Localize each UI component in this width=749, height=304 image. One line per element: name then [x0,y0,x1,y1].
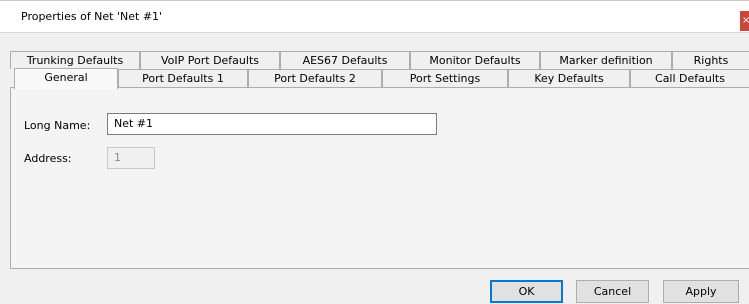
tab-port-defaults-2[interactable]: Port Defaults 2 [248,69,382,87]
tab-trunking-defaults[interactable]: Trunking Defaults [10,51,140,69]
tab-call-defaults[interactable]: Call Defaults [630,69,749,87]
tab-general[interactable]: General [14,68,118,89]
tab-port-defaults-1[interactable]: Port Defaults 1 [118,69,248,87]
tab-panel-general: Long Name: Net #1 Address: 1 [10,87,749,269]
ok-button[interactable]: OK [490,280,563,303]
close-icon: × [742,15,749,26]
tab-key-defaults[interactable]: Key Defaults [508,69,630,87]
tab-label: Rights [693,54,729,67]
cancel-button[interactable]: Cancel [576,280,649,303]
address-label: Address: [24,152,72,165]
tab-label: Port Defaults 2 [274,72,356,85]
tab-label: Marker definition [559,54,653,67]
title-bar: Properties of Net 'Net #1' × [0,1,749,33]
long-name-label: Long Name: [24,119,91,132]
tab-port-settings[interactable]: Port Settings [382,69,508,87]
apply-label: Apply [685,285,717,298]
window-title: Properties of Net 'Net #1' [21,10,163,23]
tab-label: Port Defaults 1 [142,72,224,85]
apply-button[interactable]: Apply [663,280,739,303]
tab-label: Port Settings [409,72,481,85]
close-button[interactable]: × [740,11,749,31]
tab-label: Key Defaults [534,72,604,85]
tab-label: Monitor Defaults [429,54,521,67]
tab-label: Call Defaults [655,72,725,85]
long-name-field[interactable]: Net #1 [107,113,437,135]
tab-label: AES67 Defaults [302,54,388,67]
tab-label: VoIP Port Defaults [160,54,259,67]
properties-dialog: Properties of Net 'Net #1' × Trunking De… [0,0,749,304]
tab-label: Trunking Defaults [26,54,124,67]
long-name-value: Net #1 [114,117,154,130]
tab-label: General [44,71,88,84]
address-value: 1 [114,151,121,164]
tab-rights[interactable]: Rights [672,51,749,69]
cancel-label: Cancel [593,285,632,298]
tab-monitor-defaults[interactable]: Monitor Defaults [410,51,540,69]
ok-label: OK [518,285,535,298]
tab-marker-definition[interactable]: Marker definition [540,51,672,69]
tab-voip-port-defaults[interactable]: VoIP Port Defaults [140,51,280,69]
address-field: 1 [107,147,155,169]
tab-aes67-defaults[interactable]: AES67 Defaults [280,51,410,69]
